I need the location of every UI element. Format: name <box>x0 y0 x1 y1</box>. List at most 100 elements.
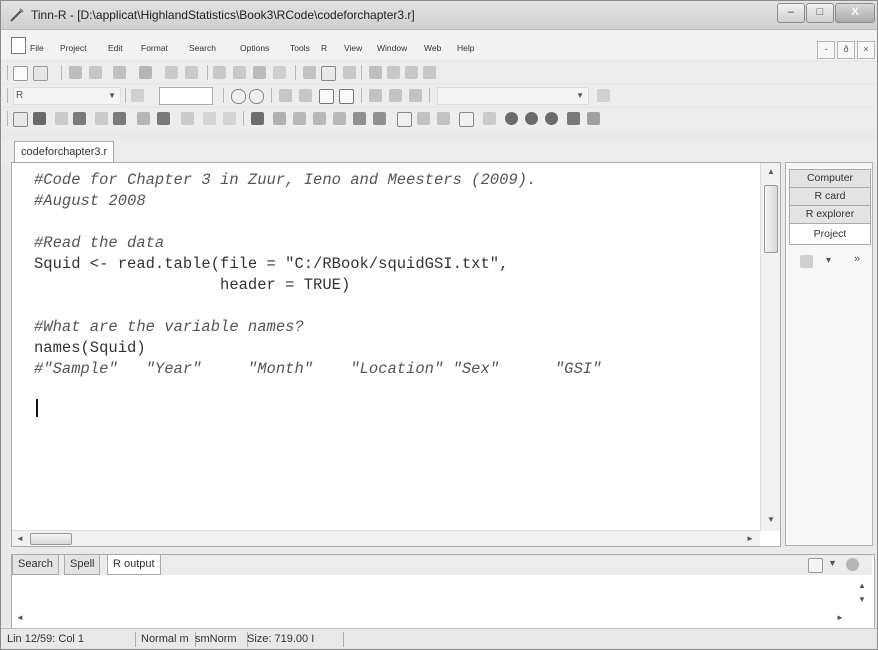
r-str-icon[interactable] <box>333 112 346 125</box>
menu-tools[interactable]: Tools <box>290 43 310 53</box>
r-send-selection-icon[interactable] <box>33 112 46 125</box>
chevron-down-icon[interactable]: ▾ <box>826 255 831 266</box>
mdi-close-button[interactable]: × <box>857 41 875 59</box>
scroll-down-icon[interactable]: ▼ <box>767 515 775 524</box>
close-file-icon[interactable] <box>113 66 126 79</box>
tab-computer[interactable]: Computer <box>789 169 871 188</box>
menu-file[interactable]: File <box>30 43 44 53</box>
menu-options[interactable]: Options <box>240 43 269 53</box>
document-icon[interactable] <box>11 37 26 54</box>
indent-icon[interactable] <box>369 66 382 79</box>
r-list-icon[interactable] <box>313 112 326 125</box>
tool-a-icon[interactable] <box>369 89 382 102</box>
save-all-icon[interactable] <box>89 66 102 79</box>
uncomment-icon[interactable] <box>423 66 436 79</box>
bookmark-icon[interactable] <box>343 66 356 79</box>
r-send-file-icon[interactable] <box>13 112 28 127</box>
undo-icon[interactable] <box>165 66 178 79</box>
circle-icon[interactable] <box>231 89 246 104</box>
tool-c-icon[interactable] <box>409 89 422 102</box>
r-print-icon[interactable] <box>373 112 386 125</box>
output-layout-icon[interactable] <box>808 558 823 573</box>
tab-codeforchapter3[interactable]: codeforchapter3.r <box>14 141 115 162</box>
r-send-cursor-icon[interactable] <box>157 112 170 125</box>
window-icon[interactable] <box>319 89 334 104</box>
unindent-icon[interactable] <box>387 66 400 79</box>
r-clear-icon[interactable] <box>483 112 496 125</box>
menu-view[interactable]: View <box>344 43 362 53</box>
scroll-up-icon[interactable]: ▲ <box>858 581 866 590</box>
arrow-right-icon[interactable] <box>223 112 236 125</box>
r-close-icon[interactable] <box>587 112 600 125</box>
extra-combo[interactable] <box>159 87 213 105</box>
comment-icon[interactable] <box>405 66 418 79</box>
vertical-scroll-thumb[interactable] <box>764 185 778 253</box>
r-send-clipboard-icon[interactable] <box>55 112 68 125</box>
scroll-up-icon[interactable]: ▲ <box>767 167 775 176</box>
menu-help[interactable]: Help <box>457 43 474 53</box>
r-args-icon[interactable] <box>397 112 412 127</box>
scroll-right-icon[interactable]: ► <box>836 613 844 622</box>
tab-r-explorer[interactable]: R explorer <box>789 205 871 224</box>
r-gui-icon[interactable] <box>567 112 580 125</box>
redo-icon[interactable] <box>185 66 198 79</box>
menu-format[interactable]: Format <box>141 43 168 53</box>
r-fix-icon[interactable] <box>293 112 306 125</box>
split-icon[interactable] <box>279 89 292 102</box>
filter-icon[interactable] <box>131 89 144 102</box>
menu-search[interactable]: Search <box>189 43 216 53</box>
horizontal-scrollbar[interactable]: ◄ ► <box>12 530 760 546</box>
r-tag-icon[interactable] <box>251 112 264 125</box>
scroll-right-icon[interactable]: ► <box>746 534 754 543</box>
r-start-icon[interactable] <box>525 112 538 125</box>
mdi-restore-button[interactable]: ð <box>837 41 855 59</box>
r-goto-icon[interactable] <box>181 112 194 125</box>
circle-dot-icon[interactable] <box>249 89 264 104</box>
r-search-icon[interactable] <box>459 112 474 127</box>
print-icon[interactable] <box>139 66 152 79</box>
new-file-icon[interactable] <box>13 66 28 81</box>
menu-edit[interactable]: Edit <box>108 43 123 53</box>
r-example-icon[interactable] <box>417 112 430 125</box>
r-edit-icon[interactable] <box>273 112 286 125</box>
diamond-icon[interactable] <box>597 89 610 102</box>
menu-window[interactable]: Window <box>377 43 407 53</box>
goto-line-icon[interactable] <box>273 66 286 79</box>
scroll-down-icon[interactable]: ▼ <box>858 595 866 604</box>
menu-web[interactable]: Web <box>424 43 441 53</box>
r-stop-icon[interactable] <box>545 112 558 125</box>
tab-spell[interactable]: Spell <box>64 555 101 575</box>
tab-r-output[interactable]: R output <box>107 555 161 575</box>
r-send-function-icon[interactable] <box>113 112 126 125</box>
spell-icon[interactable] <box>321 66 336 81</box>
r-plot-icon[interactable] <box>353 112 366 125</box>
project-menu-icon[interactable] <box>800 255 813 268</box>
menu-r[interactable]: R <box>321 43 327 53</box>
edit-tool-icon[interactable] <box>303 66 316 79</box>
scroll-left-icon[interactable]: ◄ <box>16 534 24 543</box>
wide-combo[interactable]: ▼ <box>437 87 589 105</box>
chevron-down-icon[interactable]: ▼ <box>828 558 837 568</box>
maximize-button[interactable]: □ <box>806 3 834 23</box>
tab-project[interactable]: Project <box>789 223 871 245</box>
r-help-icon[interactable] <box>437 112 450 125</box>
more-glyph[interactable]: » <box>854 253 860 265</box>
menu-project[interactable]: Project <box>60 43 86 53</box>
horizontal-scroll-thumb[interactable] <box>30 533 72 545</box>
window-alt-icon[interactable] <box>339 89 354 104</box>
open-file-icon[interactable] <box>33 66 48 81</box>
minimize-button[interactable]: – <box>777 3 805 23</box>
vertical-scrollbar[interactable]: ▲ ▼ <box>760 163 780 531</box>
save-icon[interactable] <box>69 66 82 79</box>
r-output-content[interactable] <box>12 576 872 628</box>
r-send-line-icon[interactable] <box>137 112 150 125</box>
replace-icon[interactable] <box>233 66 246 79</box>
close-button[interactable]: X <box>835 3 875 23</box>
scroll-left-icon[interactable]: ◄ <box>16 613 24 622</box>
arrow-left-icon[interactable] <box>203 112 216 125</box>
find-in-files-icon[interactable] <box>253 66 266 79</box>
tab-search[interactable]: Search <box>12 555 59 575</box>
find-icon[interactable] <box>213 66 226 79</box>
panel-icon[interactable] <box>299 89 312 102</box>
code-editor[interactable]: #Code for Chapter 3 in Zuur, Ieno and Me… <box>11 162 781 547</box>
